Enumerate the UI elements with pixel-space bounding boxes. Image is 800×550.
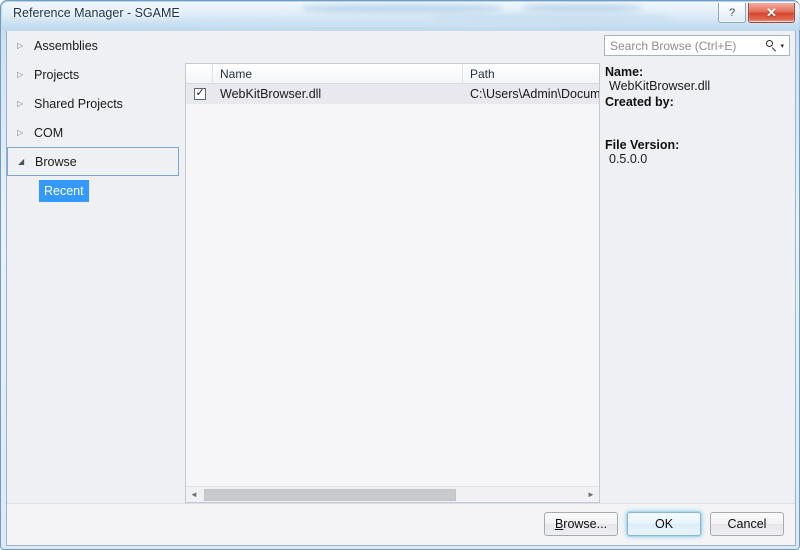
dialog-window: Reference Manager - SGAME ? ✕ ▷ Assembli… [0, 0, 800, 550]
detail-spacer [605, 123, 790, 136]
sidebar-subitem-row: Recent [7, 176, 179, 206]
chevron-down-icon[interactable]: ▾ [780, 42, 784, 50]
help-button[interactable]: ? [718, 3, 746, 23]
table-row[interactable]: ✓ WebKitBrowser.dll C:\Users\Admin\Docum [186, 84, 599, 104]
search-icon[interactable] [766, 40, 777, 51]
detail-name-label: Name: [605, 65, 644, 79]
list-body[interactable]: ✓ WebKitBrowser.dll C:\Users\Admin\Docum [186, 84, 599, 485]
column-header-path[interactable]: Path [463, 64, 599, 83]
details-panel: Name: WebKitBrowser.dll Created by: File… [605, 63, 790, 166]
scroll-right-arrow-icon[interactable]: ► [583, 487, 599, 503]
detail-file-version-label: File Version: [605, 138, 680, 152]
column-header-name[interactable]: Name [213, 64, 463, 83]
sidebar-item-browse[interactable]: ◢ Browse [7, 147, 179, 176]
sidebar-item-projects[interactable]: ▷ Projects [7, 60, 179, 89]
chevron-right-icon: ▷ [17, 98, 24, 108]
checkbox-checked-icon[interactable]: ✓ [193, 87, 206, 100]
content-area: ▷ Assemblies ▷ Projects ▷ Shared Project… [7, 31, 795, 503]
row-name-cell: WebKitBrowser.dll [220, 87, 322, 101]
caption-button-group: ? ✕ [716, 3, 795, 23]
browse-accelerator: B [554, 517, 564, 531]
glass-reflection [302, 4, 502, 13]
chevron-right-icon: ▷ [17, 127, 24, 137]
search-icon-group: ▾ [766, 40, 789, 51]
detail-file-version-value: 0.5.0.0 [609, 152, 648, 166]
scrollbar-thumb[interactable] [204, 488, 456, 501]
button-group: Browse... OK Cancel [544, 512, 784, 536]
row-checkbox-cell[interactable]: ✓ [186, 87, 213, 100]
cancel-button[interactable]: Cancel [710, 512, 784, 536]
sidebar-item-label: COM [34, 125, 64, 140]
close-button[interactable]: ✕ [748, 3, 795, 23]
category-tree: ▷ Assemblies ▷ Projects ▷ Shared Project… [7, 31, 179, 503]
sidebar-item-assemblies[interactable]: ▷ Assemblies [7, 31, 179, 60]
sidebar-item-shared-projects[interactable]: ▷ Shared Projects [7, 89, 179, 118]
sidebar-item-label: Shared Projects [34, 96, 123, 111]
reference-list-panel: Name Path ✓ WebKitBrowser.dll C:\Users\A… [185, 63, 600, 503]
detail-created-by-label: Created by: [605, 95, 674, 109]
detail-name-value: WebKitBrowser.dll [609, 79, 711, 93]
browse-label: rowse... [563, 517, 608, 531]
detail-created-by-value [605, 109, 790, 123]
glass-reflection [522, 5, 642, 11]
chevron-right-icon: ▷ [17, 69, 24, 79]
ok-button[interactable]: OK [627, 512, 701, 536]
sidebar-item-com[interactable]: ▷ COM [7, 118, 179, 147]
sidebar-item-recent[interactable]: Recent [39, 180, 89, 202]
sidebar-item-label: Browse [35, 154, 77, 169]
horizontal-scrollbar[interactable]: ◄ ► [186, 486, 599, 502]
dialog-client: ▷ Assemblies ▷ Projects ▷ Shared Project… [6, 30, 796, 546]
glass-reflection [172, 19, 602, 27]
column-header-checkbox[interactable] [186, 64, 213, 83]
row-path-cell: C:\Users\Admin\Docum [470, 87, 599, 101]
dialog-footer: Browse... OK Cancel [7, 503, 795, 545]
scroll-left-arrow-icon[interactable]: ◄ [186, 487, 202, 503]
search-box[interactable]: Search Browse (Ctrl+E) ▾ [604, 35, 790, 56]
scrollbar-track[interactable] [202, 487, 583, 503]
chevron-right-icon: ▷ [17, 40, 24, 50]
check-icon: ✓ [195, 87, 205, 99]
window-title: Reference Manager - SGAME [13, 6, 180, 20]
sidebar-item-label: Projects [34, 67, 80, 82]
chevron-down-icon: ◢ [18, 156, 25, 166]
browse-button[interactable]: Browse... [544, 512, 618, 536]
sidebar-item-label: Assemblies [34, 38, 98, 53]
list-header: Name Path [186, 64, 599, 84]
search-input[interactable]: Search Browse (Ctrl+E) [605, 39, 766, 53]
